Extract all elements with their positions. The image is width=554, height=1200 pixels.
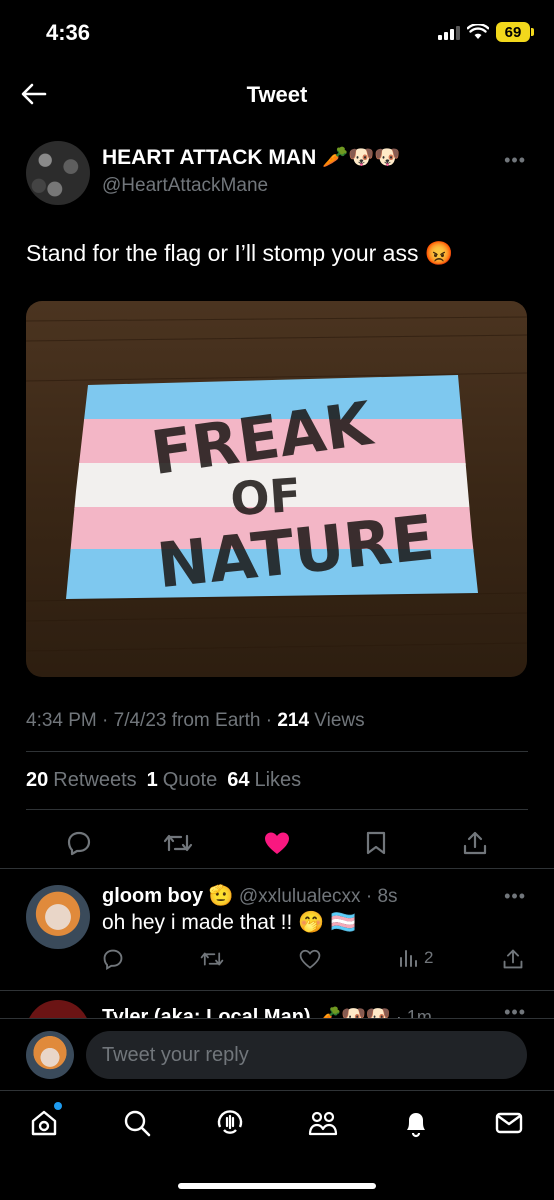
bookmark-icon: [366, 831, 386, 855]
retweets-count: 20: [26, 769, 49, 791]
home-indicator[interactable]: [178, 1183, 376, 1189]
status-bar: 4:36 69: [0, 0, 554, 64]
share-icon: [463, 831, 487, 855]
divider: [26, 809, 528, 810]
likes-count: 64: [227, 769, 250, 791]
likes-label: Likes: [254, 769, 302, 791]
reply-avatar[interactable]: [26, 885, 90, 949]
tweet-more-button[interactable]: •••: [504, 150, 526, 171]
reply-text: oh hey i made that !! 🤭 🏳️‍⚧️: [102, 911, 357, 934]
retweet-icon: [200, 952, 224, 966]
my-avatar: [26, 1031, 74, 1079]
tweet-meta: 4:34 PM · 7/4/23 from Earth · 214 Views: [26, 710, 365, 732]
top-nav: Tweet: [0, 64, 554, 124]
page-title: Tweet: [246, 82, 308, 107]
divider: [0, 868, 554, 869]
tab-search[interactable]: [119, 1105, 155, 1141]
reply-author-name: gloom boy 🫡: [102, 885, 234, 907]
reply-input[interactable]: [86, 1031, 527, 1079]
quotes-label: Quote: [162, 769, 218, 791]
reply-retweet-button[interactable]: [200, 948, 224, 970]
messages-icon: [495, 1112, 523, 1134]
views-count: 214: [277, 710, 310, 731]
bookmark-button[interactable]: [361, 828, 391, 858]
like-button[interactable]: [262, 828, 292, 858]
quotes-stat[interactable]: 1 Quote: [147, 769, 218, 792]
divider: [26, 751, 528, 752]
reply-like-button[interactable]: [299, 948, 321, 970]
like-icon: [265, 832, 289, 854]
reply-more-button[interactable]: •••: [504, 886, 526, 907]
reply-author[interactable]: gloom boy 🫡 @xxlulualecxx · 8s: [102, 883, 398, 908]
like-icon: [299, 949, 321, 969]
status-indicators: 69: [438, 22, 534, 42]
cellular-signal-icon: [438, 24, 460, 40]
reply-button[interactable]: [64, 828, 94, 858]
retweets-label: Retweets: [53, 769, 137, 791]
tweet-actions: [0, 820, 554, 864]
retweet-button[interactable]: [163, 828, 193, 858]
share-button[interactable]: [460, 828, 490, 858]
views-icon: [400, 950, 417, 967]
author-handle[interactable]: @HeartAttackMane: [102, 175, 268, 197]
share-icon: [503, 949, 523, 969]
battery-icon: 69: [496, 22, 534, 42]
communities-icon: [308, 1111, 338, 1136]
reply-views-button[interactable]: 2: [398, 948, 433, 968]
reply-actions: 2: [0, 946, 554, 976]
views-label: Views: [309, 710, 365, 731]
retweet-icon: [163, 834, 193, 852]
home-icon: [31, 1110, 57, 1136]
flag-photo: FREAK OF NATURE: [26, 301, 527, 677]
reply-icon: [103, 949, 123, 970]
more-icon: •••: [504, 150, 526, 170]
wifi-icon: [467, 24, 489, 39]
tweet-text: Stand for the flag or I’ll stomp your as…: [26, 240, 454, 266]
likes-stat[interactable]: 64 Likes: [227, 769, 301, 792]
tab-messages[interactable]: [491, 1105, 527, 1141]
home-unread-dot: [54, 1102, 62, 1110]
tweet-image[interactable]: FREAK OF NATURE: [26, 301, 527, 677]
search-icon: [124, 1110, 151, 1137]
more-icon: •••: [504, 886, 526, 906]
tweet-stats: 20 Retweets 1 Quote 64 Likes: [26, 769, 301, 792]
reply-share-button[interactable]: [502, 948, 524, 970]
author-name[interactable]: HEART ATTACK MAN 🥕🐶🐶: [102, 146, 401, 170]
reply-composer: [0, 1018, 554, 1090]
retweets-stat[interactable]: 20 Retweets: [26, 769, 137, 792]
quotes-count: 1: [146, 769, 158, 791]
reply-reply-button[interactable]: [102, 948, 124, 970]
spaces-icon: [217, 1110, 243, 1134]
notifications-icon: [407, 1113, 425, 1138]
reply-icon: [67, 831, 91, 856]
divider: [0, 990, 554, 991]
tab-communities[interactable]: [305, 1105, 341, 1141]
tab-spaces[interactable]: [212, 1105, 248, 1141]
author-avatar[interactable]: [26, 141, 90, 205]
reply-author-handle: @xxlulualecxx · 8s: [233, 886, 398, 907]
status-time: 4:36: [46, 20, 91, 45]
tweet-timestamp: 4:34 PM · 7/4/23 from Earth ·: [26, 710, 278, 731]
reply-views-count: 2: [424, 948, 434, 967]
tab-notifications[interactable]: [398, 1105, 434, 1141]
tab-home[interactable]: [26, 1105, 62, 1141]
